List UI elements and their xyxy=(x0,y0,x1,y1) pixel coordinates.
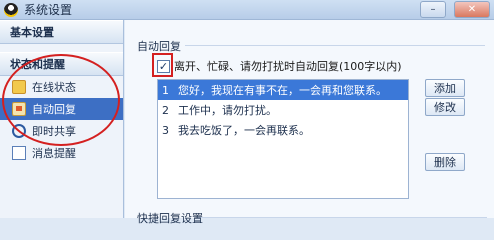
sidebar-item-message-alert[interactable]: 消息提醒 xyxy=(0,142,123,164)
close-button[interactable]: ✕ xyxy=(454,1,490,18)
auto-reply-checkbox-row[interactable]: ✓ 离开、忙碌、请勿打扰时自动回复(100字以内) xyxy=(157,58,402,74)
auto-reply-checkbox[interactable]: ✓ xyxy=(157,59,170,73)
auto-reply-panel: 自动回复 ✓ 离开、忙碌、请勿打扰时自动回复(100字以内) 1 您好，我现在有… xyxy=(125,20,494,225)
add-button[interactable]: 添加 xyxy=(425,79,465,97)
group-divider xyxy=(197,217,487,218)
list-item[interactable]: 2 工作中，请勿打扰。 xyxy=(158,100,408,120)
qq-penguin-icon xyxy=(4,2,18,17)
edit-button[interactable]: 修改 xyxy=(425,98,465,116)
minimize-button[interactable]: – xyxy=(420,1,446,18)
sidebar-item-online-status[interactable]: 在线状态 xyxy=(0,76,123,98)
title-bar: 系统设置 – ✕ xyxy=(0,0,494,20)
sidebar-header-status[interactable]: 状态和提醒 xyxy=(0,52,123,76)
quick-reply-group-title: 快捷回复设置 xyxy=(137,212,203,225)
auto-reply-icon xyxy=(12,102,26,116)
sidebar-item-label: 消息提醒 xyxy=(32,147,76,160)
sidebar-item-auto-reply[interactable]: 自动回复 xyxy=(0,98,123,120)
delete-button[interactable]: 删除 xyxy=(425,153,465,171)
group-title: 自动回复 xyxy=(137,38,185,54)
list-item[interactable]: 3 我去吃饭了，一会再联系。 xyxy=(158,120,408,140)
online-status-icon xyxy=(12,80,26,94)
sidebar-item-label: 自动回复 xyxy=(32,103,76,116)
settings-sidebar: 基本设置 状态和提醒 在线状态 自动回复 即时共享 消息提醒 xyxy=(0,20,124,218)
sidebar-item-label: 即时共享 xyxy=(32,125,76,138)
reply-list[interactable]: 1 您好，我现在有事不在，一会再和您联系。 2 工作中，请勿打扰。 3 我去吃饭… xyxy=(157,79,409,199)
sidebar-header-basic[interactable]: 基本设置 xyxy=(0,20,123,44)
group-divider xyxy=(185,45,485,46)
window-title: 系统设置 xyxy=(24,3,73,17)
share-icon xyxy=(12,124,26,138)
sidebar-item-share[interactable]: 即时共享 xyxy=(0,120,123,142)
checkbox-label: 离开、忙碌、请勿打扰时自动回复(100字以内) xyxy=(174,60,402,73)
sidebar-item-label: 在线状态 xyxy=(32,81,76,94)
list-item[interactable]: 1 您好，我现在有事不在，一会再和您联系。 xyxy=(158,80,408,100)
message-alert-icon xyxy=(12,146,26,160)
